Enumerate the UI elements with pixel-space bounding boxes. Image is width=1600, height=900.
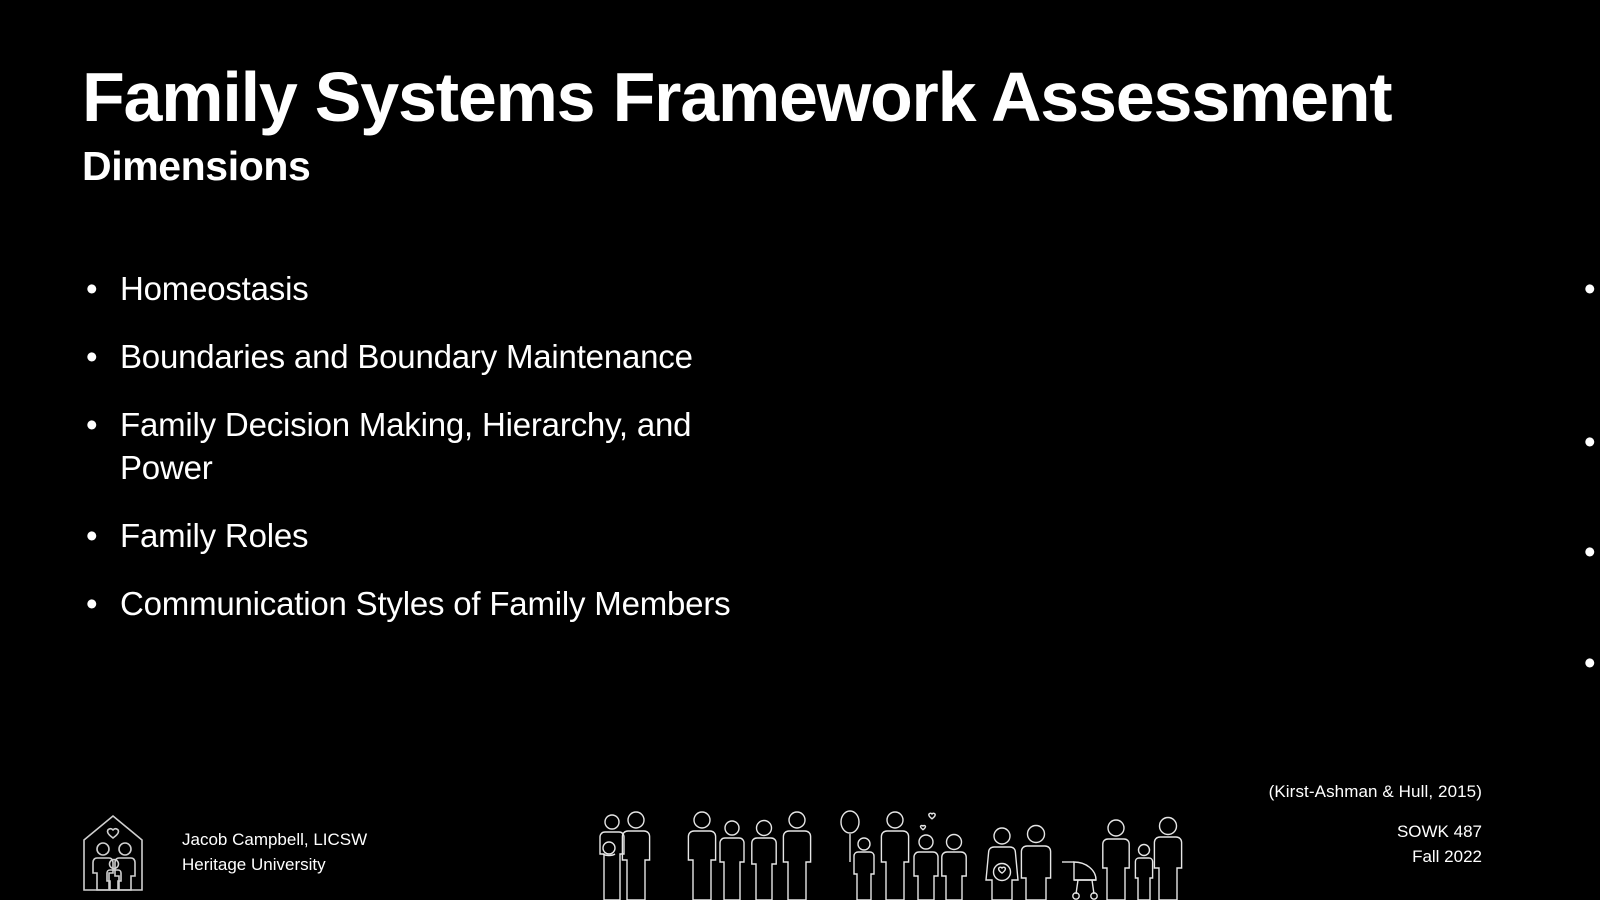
bullet-marker-icon: • bbox=[86, 585, 98, 623]
list-item: • Family Life Cycle bbox=[1580, 268, 1600, 395]
bullet-marker-icon: • bbox=[1584, 270, 1596, 307]
bullet-marker-icon: • bbox=[1584, 643, 1596, 681]
title-block: Family Systems Framework Assessment Dime… bbox=[82, 58, 1393, 189]
list-item-label: Family Roles bbox=[120, 516, 309, 554]
bullet-marker-icon: • bbox=[86, 406, 98, 444]
course-term: Fall 2022 bbox=[1412, 846, 1482, 866]
bullet-marker-icon: • bbox=[86, 338, 98, 376]
bullet-marker-icon: • bbox=[1584, 422, 1596, 460]
bullet-marker-icon: • bbox=[86, 270, 98, 307]
list-item: • Boundaries and Boundary Maintenance bbox=[82, 336, 760, 378]
list-item: • Family Decision Making, Hierarchy, and… bbox=[82, 404, 760, 488]
family-house-icon bbox=[80, 810, 146, 892]
list-item: • Family Rules bbox=[1580, 421, 1600, 505]
page-subtitle: Dimensions bbox=[82, 143, 311, 189]
list-item: • Social Environment bbox=[1580, 531, 1600, 615]
footer-course: SOWK 487 Fall 2022 bbox=[1397, 820, 1482, 869]
citation-text: (Kirst-Ashman & Hull, 2015) bbox=[1268, 782, 1482, 801]
list-item: • Communication Styles of Family Members bbox=[82, 583, 760, 625]
family-figures-pictogram bbox=[592, 806, 1184, 900]
list-item: • Family Roles bbox=[82, 515, 760, 557]
bullet-marker-icon: • bbox=[1584, 533, 1596, 571]
author-institution: Heritage University bbox=[182, 854, 326, 874]
author-name: Jacob Campbell, LICSW bbox=[182, 830, 368, 849]
course-code: SOWK 487 bbox=[1396, 822, 1482, 841]
list-item-label: Boundaries and Boundary Maintenance bbox=[120, 338, 693, 376]
list-item-label: Communication Styles of Family Members bbox=[120, 585, 731, 623]
list-item-label: Family Decision Making, Hierarchy, and P… bbox=[120, 406, 692, 486]
list-item-label: Homeostasis bbox=[120, 270, 309, 307]
bullet-list-left: • Homeostasis • Boundaries and Boundary … bbox=[82, 268, 760, 625]
list-item: • Family Adaptive Capacity (Stressors an… bbox=[1580, 642, 1600, 895]
list-item: • Homeostasis bbox=[82, 268, 760, 310]
bullet-marker-icon: • bbox=[86, 516, 98, 554]
page-title: Family Systems Framework Assessment bbox=[82, 58, 1393, 136]
footer-author: Jacob Campbell, LICSW Heritage Universit… bbox=[182, 828, 367, 877]
